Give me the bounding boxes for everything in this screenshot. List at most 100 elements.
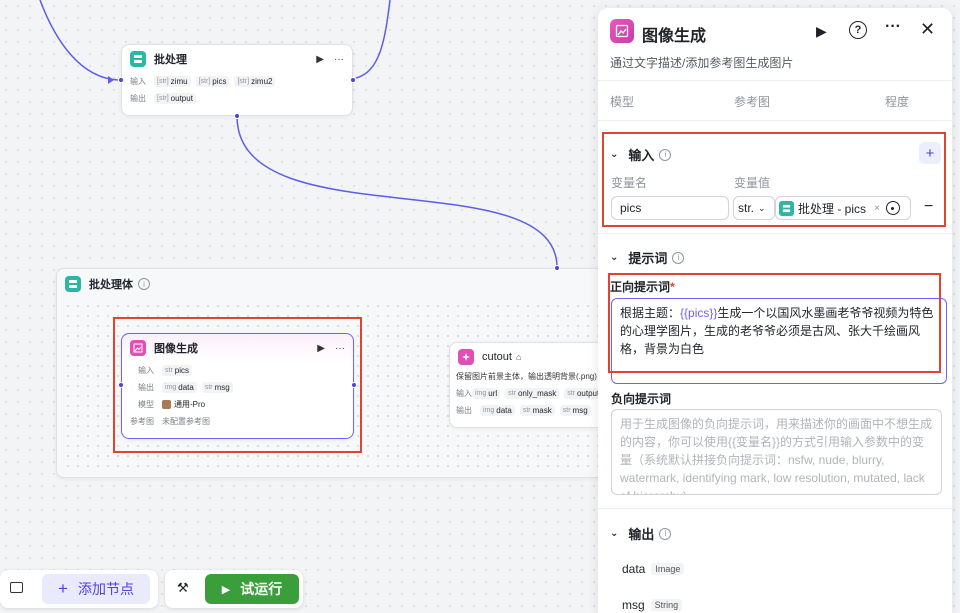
debug-icon[interactable]: ⚒: [177, 580, 189, 596]
test-run-button[interactable]: ▶ 试运行: [205, 574, 299, 604]
input-chip: [str] zimu2: [234, 76, 276, 87]
input-section-title[interactable]: ⌄ 输入 i: [610, 145, 672, 164]
run-node-icon[interactable]: ▶: [316, 54, 324, 65]
image-gen-icon: [130, 340, 146, 356]
chevron-down-icon[interactable]: ⌄: [610, 149, 618, 160]
chevron-down-icon: ⌄: [758, 202, 766, 213]
batch-icon: [130, 51, 146, 67]
batch-body-title: 批处理体: [89, 279, 133, 291]
divider: [598, 80, 952, 81]
right-toolbar: ⚒ ▶ 试运行: [165, 570, 303, 608]
close-icon[interactable]: ✕: [920, 19, 935, 40]
input-label: 输入: [130, 77, 146, 86]
batch-node-title: 批处理: [154, 54, 187, 66]
minimap-icon[interactable]: [10, 582, 23, 593]
var-name-input[interactable]: pics: [611, 196, 729, 220]
image-gen-node[interactable]: 图像生成 ▶ ··· 输入 str pics 输出 img data str msg …: [118, 333, 357, 439]
batch-output-row: 输出 [str] output: [122, 90, 352, 107]
label-text: 正向提示词: [610, 280, 671, 294]
cutout-output-row: 输出 img data str mask str msg: [450, 402, 604, 419]
image-model-row: 模型 通用-Pro: [122, 396, 353, 413]
input-port[interactable]: [118, 77, 124, 83]
more-icon[interactable]: ···: [334, 54, 344, 65]
input-chip: str pics: [162, 365, 193, 376]
ref-value-field[interactable]: 批处理 - pics ×: [775, 196, 911, 220]
section-label: 输入: [628, 148, 655, 163]
batch-icon: [779, 200, 794, 216]
input-chip: str output: [564, 388, 603, 399]
batch-node[interactable]: 批处理 ▶ ··· 输入 [str] zimu [str] pics [str] zi…: [118, 44, 356, 119]
target-icon[interactable]: [885, 201, 900, 215]
image-output-row: 输出 img data str msg: [122, 379, 353, 396]
help-icon[interactable]: ?: [849, 21, 867, 39]
negative-prompt-label: 负向提示词: [611, 392, 672, 406]
body-port[interactable]: [234, 113, 240, 119]
ref-source: 批处理 - pics: [798, 201, 867, 216]
input-label: 输入: [456, 389, 472, 398]
chevron-down-icon[interactable]: ⌄: [610, 528, 618, 539]
image-ref-row: 参考图 未配置参考图: [122, 413, 353, 430]
output-port[interactable]: [351, 382, 357, 388]
output-section-title[interactable]: ⌄ 输出 i: [610, 524, 672, 543]
add-node-label: 添加节点: [77, 581, 134, 597]
output-chip: str msg: [559, 405, 591, 416]
divider: [598, 233, 952, 234]
chevron-down-icon[interactable]: ⌄: [610, 252, 618, 263]
info-icon: i: [138, 278, 150, 290]
plus-icon: +: [58, 579, 68, 598]
output-label: 输出: [130, 94, 146, 103]
cutout-title: cutout: [482, 351, 512, 363]
output-label: 输出: [138, 383, 154, 392]
model-label: 模型: [138, 400, 154, 409]
cutout-desc: 保留图片前景主体，输出透明背景(.png): [456, 372, 597, 381]
body-top-port[interactable]: [554, 265, 560, 271]
run-node-icon[interactable]: ▶: [317, 343, 325, 354]
run-icon[interactable]: ▶: [816, 23, 827, 40]
divider: [598, 508, 952, 509]
left-toolbar: + 添加节点: [0, 570, 158, 608]
tab-degree[interactable]: 程度: [885, 93, 909, 110]
output-item: msg String: [622, 598, 683, 612]
output-chip: img data: [480, 405, 515, 416]
more-icon[interactable]: ···: [885, 18, 901, 36]
var-type-select[interactable]: str. ⌄: [733, 196, 775, 220]
output-type: Image: [651, 563, 685, 575]
col-var-name: 变量名: [611, 176, 648, 190]
play-icon: ▶: [221, 583, 231, 596]
cutout-node[interactable]: cutout ⌂ 保留图片前景主体，输出透明背景(.png) 输入 img url…: [449, 342, 604, 428]
negative-prompt-textarea[interactable]: 用于生成图像的负向提示词，用来描述你的画面中不想生成的内容，你可以使用{{变量名…: [611, 409, 942, 495]
output-name: data: [622, 562, 646, 576]
positive-prompt-label: 正向提示词*: [610, 278, 675, 295]
section-label: 提示词: [628, 251, 668, 266]
input-chip: [str] zimu: [154, 76, 191, 87]
info-icon: i: [672, 251, 685, 264]
prompt-section-title[interactable]: ⌄ 提示词 i: [610, 248, 685, 267]
tab-reference[interactable]: 参考图: [734, 93, 770, 110]
batch-body-icon: [65, 276, 81, 292]
panel-title: 图像生成: [642, 28, 707, 45]
clear-icon[interactable]: ×: [874, 203, 880, 214]
info-icon: i: [659, 527, 672, 540]
add-node-button[interactable]: + 添加节点: [42, 574, 150, 604]
input-port[interactable]: [118, 382, 124, 388]
positive-prompt-textarea[interactable]: 根据主题：{{pics}}生成一个以国风水墨画老爷爷视频为特色的心理学图片，生成…: [611, 298, 947, 384]
input-label: 输入: [138, 366, 154, 375]
image-gen-title: 图像生成: [154, 343, 198, 355]
cutout-input-row: 输入 img url str only_mask str output: [450, 385, 604, 402]
tab-model[interactable]: 模型: [610, 93, 634, 110]
more-icon[interactable]: ···: [335, 343, 345, 354]
remove-input-button[interactable]: −: [924, 198, 933, 216]
image-input-row: 输入 str pics: [122, 362, 353, 379]
output-chip: str mask: [519, 405, 555, 416]
info-icon: i: [659, 148, 672, 161]
input-chip: img url: [472, 388, 501, 399]
test-run-label: 试运行: [240, 581, 283, 597]
output-item: data Image: [622, 562, 685, 576]
output-port[interactable]: [350, 77, 356, 83]
input-chip: [str] pics: [195, 76, 230, 87]
required-mark: *: [670, 280, 675, 294]
add-input-button[interactable]: +: [919, 142, 941, 164]
type-value: str.: [738, 201, 755, 215]
ref-value: 未配置参考图: [162, 417, 210, 426]
input-chip: str only_mask: [505, 388, 560, 399]
